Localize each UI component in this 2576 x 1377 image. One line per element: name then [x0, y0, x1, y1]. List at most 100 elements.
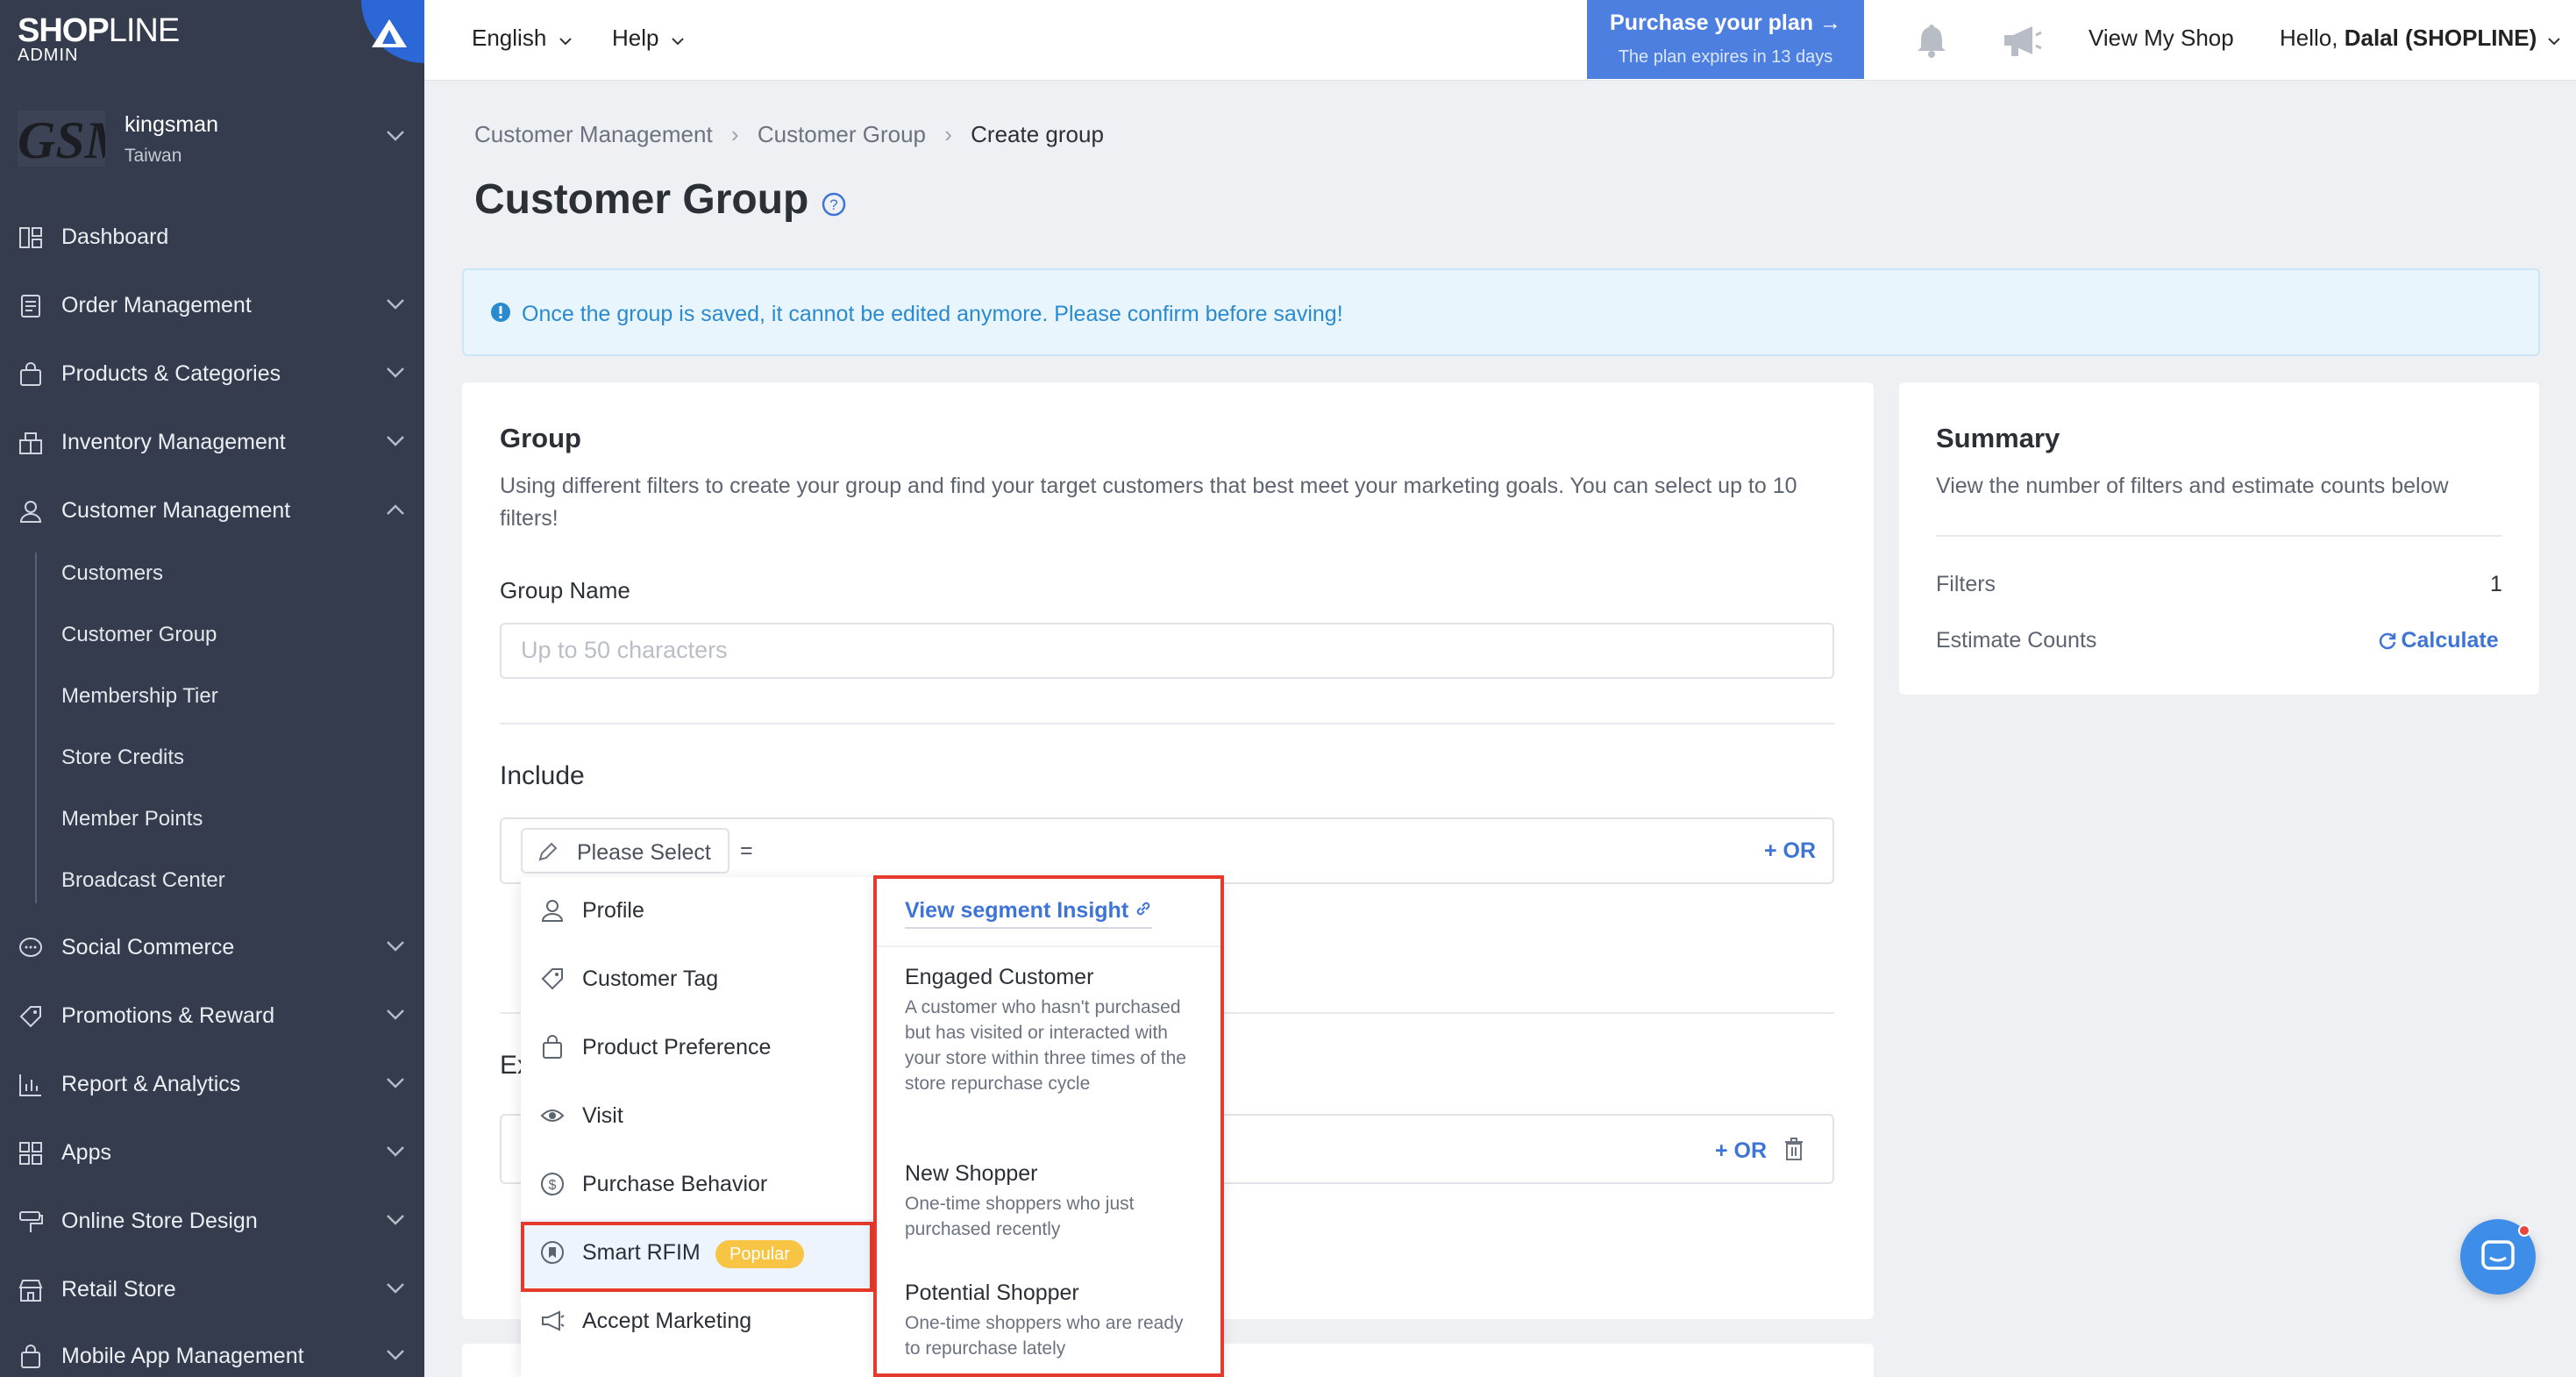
- help-dropdown[interactable]: Help: [612, 25, 685, 52]
- exclude-add-or-button[interactable]: + OR: [1715, 1138, 1767, 1164]
- order-icon: [21, 295, 40, 317]
- highlight-box: [521, 1222, 873, 1292]
- pencil-icon: [538, 842, 558, 861]
- sidebar-subitem-customer-group[interactable]: Customer Group: [61, 623, 217, 647]
- purchase-plan-button[interactable]: Purchase your plan → The plan expires in…: [1587, 0, 1864, 79]
- menu-item-customer-tag[interactable]: Customer Tag: [521, 945, 873, 1014]
- menu-item-profile[interactable]: Profile: [521, 877, 873, 945]
- sidebar-toggle-button[interactable]: [361, 0, 424, 63]
- chevron-down-icon: [387, 1010, 404, 1020]
- breadcrumb-separator: ›: [944, 121, 952, 147]
- group-card-title: Group: [500, 423, 581, 453]
- sidebar-subitem-store-credits[interactable]: Store Credits: [61, 746, 184, 770]
- user-menu[interactable]: Hello, Dalal (SHOPLINE): [2280, 25, 2561, 52]
- include-filter-row: Please Select = + OR: [500, 817, 1834, 884]
- filter-select[interactable]: Please Select: [521, 828, 729, 874]
- divider: [1936, 535, 2502, 537]
- bag-icon: [20, 362, 41, 386]
- store-switcher[interactable]: GSM kingsman Taiwan: [0, 103, 424, 179]
- sidebar-item-label: Online Store Design: [61, 1209, 258, 1233]
- chart-icon: [19, 1074, 41, 1096]
- sidebar-item-customer-management[interactable]: Customer Management: [0, 484, 424, 537]
- greeting-prefix: Hello,: [2280, 25, 2338, 51]
- menu-item-visit[interactable]: Visit: [521, 1082, 873, 1151]
- sidebar-item-label: Order Management: [61, 293, 252, 317]
- dollar-circle-icon: $: [541, 1173, 564, 1195]
- dashboard-icon: [19, 227, 42, 248]
- chat-support-button[interactable]: [2460, 1219, 2536, 1295]
- user-icon: [19, 501, 42, 523]
- plan-expiry-text: The plan expires in 13 days: [1618, 47, 1833, 67]
- sidebar-item-products[interactable]: Products & Categories: [0, 347, 424, 400]
- language-label: English: [472, 25, 547, 51]
- menu-item-label: Product Preference: [582, 1035, 772, 1060]
- sidebar-subitem-membership-tier[interactable]: Membership Tier: [61, 684, 218, 709]
- shopline-logo[interactable]: SHOPLINE: [18, 12, 180, 50]
- menu-item-accept-marketing[interactable]: Accept Marketing: [521, 1288, 873, 1356]
- sidebar-subitem-member-points[interactable]: Member Points: [61, 807, 203, 831]
- bag-icon: [543, 1035, 562, 1059]
- filters-count-value: 1: [2490, 572, 2502, 596]
- chevron-down-icon: [387, 1283, 404, 1294]
- megaphone-icon: [542, 1310, 565, 1331]
- info-alert: Once the group is saved, it cannot be ed…: [462, 268, 2540, 356]
- help-circle-icon[interactable]: ?: [821, 191, 847, 218]
- breadcrumb-customer-group[interactable]: Customer Group: [758, 121, 926, 148]
- menu-item-product-preference[interactable]: Product Preference: [521, 1014, 873, 1082]
- group-card-description: Using different filters to create your g…: [500, 474, 1797, 531]
- chevron-down-icon: [387, 1215, 404, 1225]
- sidebar-subitem-customers[interactable]: Customers: [61, 561, 163, 586]
- chevron-down-icon: [387, 1146, 404, 1157]
- sidebar-item-label: Social Commerce: [61, 935, 235, 960]
- sidebar-item-apps[interactable]: Apps: [0, 1126, 424, 1179]
- page-title: Customer Group: [474, 176, 809, 223]
- summary-description: View the number of filters and estimate …: [1936, 474, 2449, 498]
- store-name: kingsman: [125, 112, 218, 137]
- inventory-icon: [19, 432, 42, 454]
- tag-icon: [19, 1006, 41, 1028]
- breadcrumb-customer-management[interactable]: Customer Management: [474, 121, 713, 148]
- highlight-box: [873, 875, 1224, 1377]
- breadcrumb: Customer Management › Customer Group › C…: [474, 121, 1104, 148]
- menu-item-purchase-behavior[interactable]: $ Purchase Behavior: [521, 1151, 873, 1219]
- chevron-down-icon: [672, 38, 684, 46]
- calculate-button[interactable]: Calculate: [2378, 628, 2499, 653]
- filter-category-menu: Profile Customer Tag Product Preference …: [521, 877, 873, 1377]
- chevron-down-icon: [2547, 38, 2560, 46]
- chat-bubble-icon: [2481, 1240, 2515, 1270]
- chevron-down-icon: [387, 1078, 404, 1088]
- eye-icon: [540, 1109, 565, 1122]
- sidebar-item-report-analytics[interactable]: Report & Analytics: [0, 1058, 424, 1110]
- sidebar-item-retail-store[interactable]: Retail Store: [0, 1263, 424, 1316]
- trash-icon[interactable]: [1783, 1137, 1804, 1161]
- divider: [500, 723, 1834, 724]
- sidebar-item-promotions[interactable]: Promotions & Reward: [0, 989, 424, 1042]
- language-dropdown[interactable]: English: [472, 25, 573, 52]
- chat-icon: [19, 938, 42, 957]
- summary-title: Summary: [1936, 423, 2060, 453]
- chevron-up-icon: [387, 504, 404, 515]
- view-my-shop-link[interactable]: View My Shop: [2089, 25, 2234, 52]
- notification-dot: [2518, 1224, 2530, 1237]
- sidebar-item-label: Customer Management: [61, 498, 291, 523]
- sidebar-item-dashboard[interactable]: Dashboard: [0, 210, 424, 263]
- bell-icon[interactable]: [1913, 21, 1950, 58]
- menu-item-label: Customer Tag: [582, 967, 719, 991]
- apps-icon: [19, 1142, 42, 1165]
- sidebar-item-social-commerce[interactable]: Social Commerce: [0, 921, 424, 974]
- sidebar-subitem-broadcast-center[interactable]: Broadcast Center: [61, 868, 225, 893]
- menu-item-label: Visit: [582, 1103, 623, 1128]
- group-name-input[interactable]: Up to 50 characters: [500, 623, 1834, 679]
- menu-item-label: Purchase Behavior: [582, 1172, 768, 1196]
- sidebar-item-online-store-design[interactable]: Online Store Design: [0, 1195, 424, 1247]
- sidebar-item-order-management[interactable]: Order Management: [0, 279, 424, 332]
- menu-item-label: Accept Marketing: [582, 1309, 752, 1333]
- menu-item-label: Profile: [582, 898, 644, 923]
- paint-icon: [19, 1211, 43, 1232]
- sidebar-item-label: Retail Store: [61, 1277, 176, 1302]
- top-bar: English Help Purchase your plan → The pl…: [424, 0, 2576, 81]
- add-or-button[interactable]: + OR: [1764, 838, 1816, 864]
- sidebar-item-mobile-app[interactable]: Mobile App Management: [0, 1330, 424, 1377]
- sidebar-item-inventory[interactable]: Inventory Management: [0, 416, 424, 468]
- megaphone-icon[interactable]: [2001, 23, 2043, 58]
